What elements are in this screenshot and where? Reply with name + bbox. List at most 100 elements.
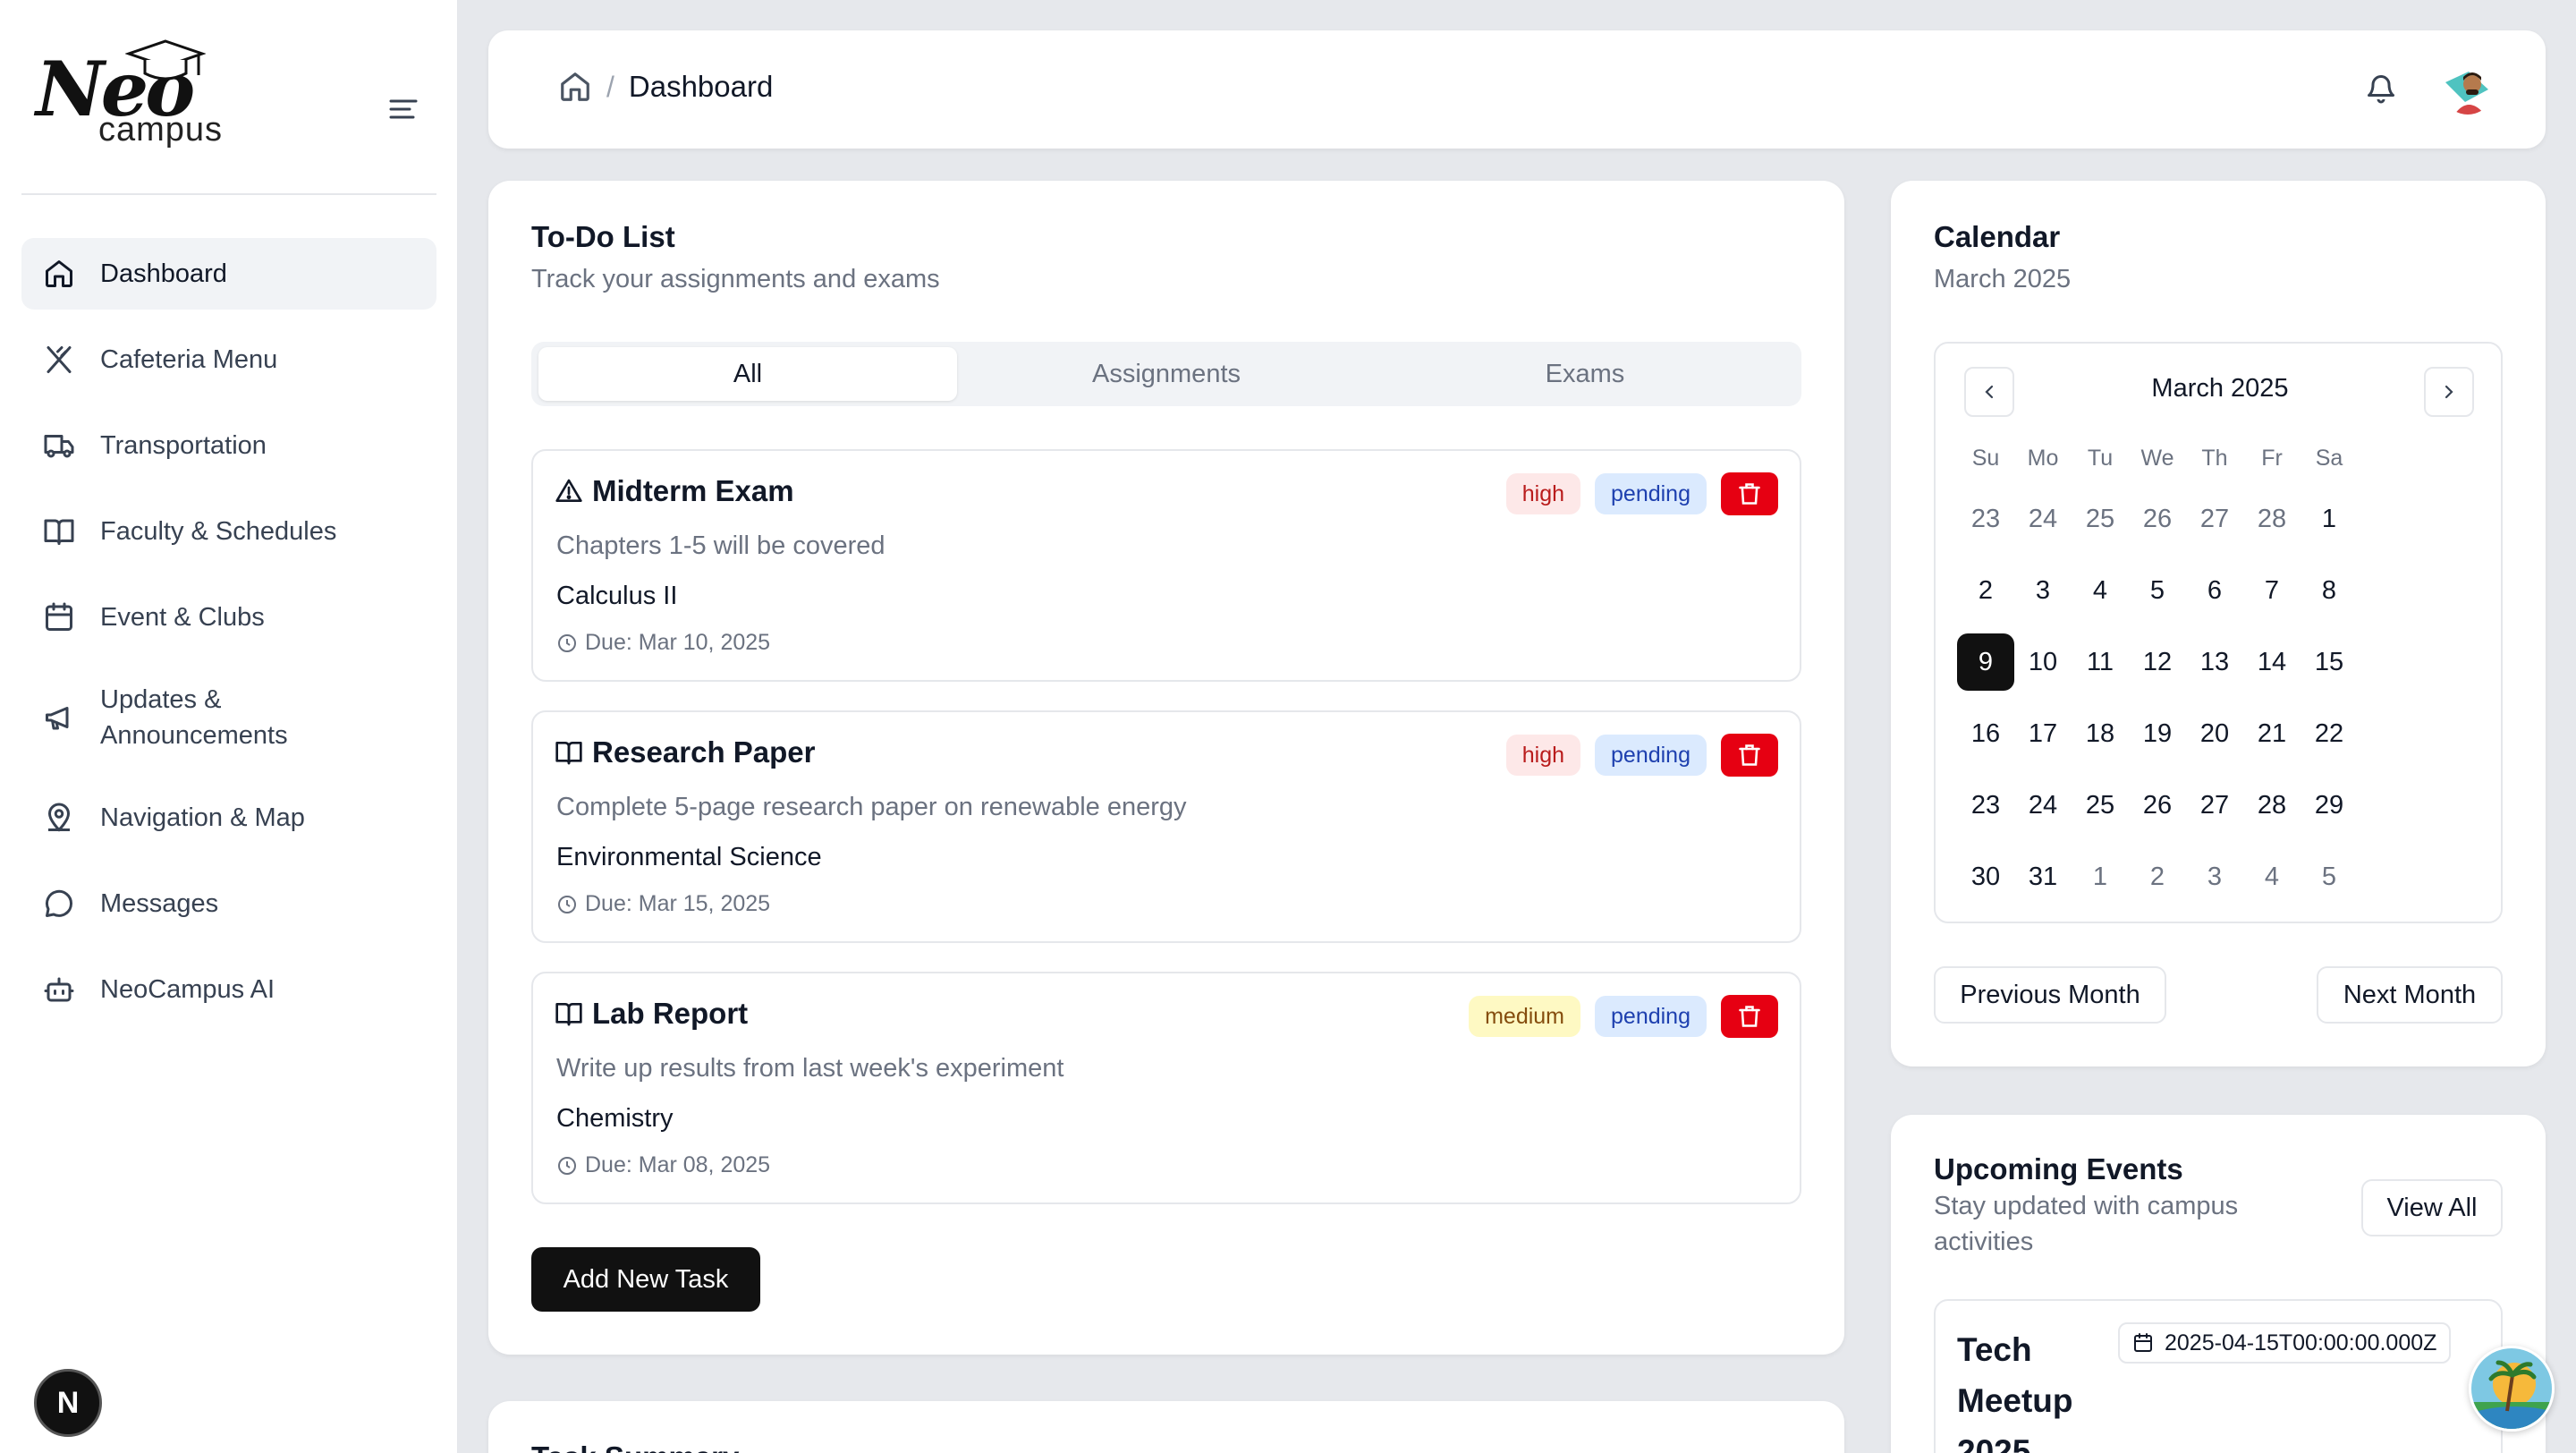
calendar-day[interactable]: 24 xyxy=(2014,483,2072,555)
calendar-day[interactable]: 2 xyxy=(1957,555,2014,626)
task-summary-card: Task Summary xyxy=(488,1401,1844,1453)
calendar-day[interactable]: 11 xyxy=(2072,626,2129,698)
calendar-day[interactable]: 10 xyxy=(2014,626,2072,698)
calendar-day[interactable]: 8 xyxy=(2301,555,2358,626)
calendar-day[interactable]: 2 xyxy=(2129,841,2186,913)
sidebar-item-label: Messages xyxy=(100,889,219,918)
calendar-day[interactable]: 1 xyxy=(2072,841,2129,913)
task-due: Due: Mar 10, 2025 xyxy=(556,630,770,656)
calendar-day[interactable]: 4 xyxy=(2072,555,2129,626)
sidebar-item-cafeteria-menu[interactable]: Cafeteria Menu xyxy=(21,324,436,395)
priority-badge: high xyxy=(1505,735,1581,776)
calendar-day[interactable]: 7 xyxy=(2243,555,2301,626)
calendar-widget: March 2025 Su Mo Tu We Th Fr Sa 23 24 25… xyxy=(1934,342,2503,923)
calendar-day[interactable]: 31 xyxy=(2014,841,2072,913)
graduation-cap-icon xyxy=(125,39,206,81)
delete-task-button[interactable] xyxy=(1721,995,1778,1038)
utensils-icon xyxy=(41,342,77,378)
view-all-button[interactable]: View All xyxy=(2361,1179,2503,1236)
calendar-week-row: 23 24 25 26 27 28 1 xyxy=(1957,483,2358,555)
event-title: Tech Meetup 2025 xyxy=(1957,1331,2073,1453)
calendar-day[interactable]: 25 xyxy=(2072,483,2129,555)
delete-task-button[interactable] xyxy=(1721,472,1778,515)
calendar-day[interactable]: 19 xyxy=(2129,698,2186,769)
calendar-subtitle: March 2025 xyxy=(1934,265,2072,293)
calendar-day[interactable]: 18 xyxy=(2072,698,2129,769)
calendar-day[interactable]: 16 xyxy=(1957,698,2014,769)
calendar-day[interactable]: 5 xyxy=(2301,841,2358,913)
calendar-day[interactable]: 3 xyxy=(2014,555,2072,626)
calendar-day[interactable]: 29 xyxy=(2301,769,2358,841)
sidebar-item-neocampus-ai[interactable]: NeoCampus AI xyxy=(21,954,436,1025)
sidebar-item-dashboard[interactable]: Dashboard xyxy=(21,238,436,310)
task-due-text: Due: Mar 08, 2025 xyxy=(585,1152,771,1177)
event-item[interactable]: Tech Meetup 2025 2025-04-15T00:00:00.000… xyxy=(1934,1299,2503,1453)
previous-month-button[interactable]: Previous Month xyxy=(1934,966,2166,1024)
calendar-day[interactable]: 14 xyxy=(2243,626,2301,698)
calendar-day[interactable]: 15 xyxy=(2301,626,2358,698)
dev-tools-badge[interactable]: N xyxy=(34,1369,102,1437)
menu-toggle-icon[interactable] xyxy=(388,97,419,122)
sidebar-item-faculty-schedules[interactable]: Faculty & Schedules xyxy=(21,496,436,567)
weekday-label: Th xyxy=(2201,445,2228,471)
calendar-next-button[interactable] xyxy=(2424,367,2474,417)
task-description: Chapters 1-5 will be covered xyxy=(556,531,886,560)
calendar-day[interactable]: 25 xyxy=(2072,769,2129,841)
next-month-button[interactable]: Next Month xyxy=(2317,966,2503,1024)
calendar-day[interactable]: 30 xyxy=(1957,841,2014,913)
sidebar-item-navigation-map[interactable]: Navigation & Map xyxy=(21,782,436,854)
megaphone-icon xyxy=(41,700,77,735)
tab-all[interactable]: All xyxy=(538,347,957,401)
calendar-day[interactable]: 4 xyxy=(2243,841,2301,913)
task-course: Calculus II xyxy=(556,582,678,610)
bell-icon[interactable] xyxy=(2365,72,2397,106)
home-icon[interactable] xyxy=(558,70,592,104)
calendar-weekday-row: Su Mo Tu We Th Fr Sa xyxy=(1957,433,2358,483)
task-course: Chemistry xyxy=(556,1104,674,1133)
map-pin-icon xyxy=(41,800,77,836)
tab-exams[interactable]: Exams xyxy=(1376,347,1794,401)
calendar-day[interactable]: 1 xyxy=(2301,483,2358,555)
task-title: Midterm Exam xyxy=(555,474,794,508)
bot-icon xyxy=(41,972,77,1007)
book-open-icon xyxy=(555,1003,582,1026)
calendar-day[interactable]: 23 xyxy=(1957,483,2014,555)
delete-task-button[interactable] xyxy=(1721,734,1778,777)
sidebar-item-label: Cafeteria Menu xyxy=(100,345,278,374)
calendar-day[interactable]: 17 xyxy=(2014,698,2072,769)
events-subtitle: Stay updated with campus activities xyxy=(1934,1192,2239,1256)
task-description: Complete 5-page research paper on renewa… xyxy=(556,793,1187,821)
tab-assignments[interactable]: Assignments xyxy=(957,347,1376,401)
calendar-day[interactable]: 13 xyxy=(2186,626,2243,698)
sidebar-item-updates-announcements[interactable]: Updates & Announcements xyxy=(21,667,436,768)
calendar-day[interactable]: 23 xyxy=(1957,769,2014,841)
calendar-day[interactable]: 28 xyxy=(2243,483,2301,555)
calendar-day[interactable]: 22 xyxy=(2301,698,2358,769)
calendar-day[interactable]: 26 xyxy=(2129,769,2186,841)
clock-icon xyxy=(558,1156,576,1175)
calendar-day[interactable]: 6 xyxy=(2186,555,2243,626)
status-badge: pending xyxy=(1595,996,1707,1037)
calendar-day-selected[interactable]: 9 xyxy=(1957,626,2014,698)
task-due-text: Due: Mar 15, 2025 xyxy=(585,891,771,916)
neocampus-logo[interactable]: Neo campus xyxy=(36,38,242,154)
calendar-day[interactable]: 28 xyxy=(2243,769,2301,841)
calendar-day[interactable]: 24 xyxy=(2014,769,2072,841)
calendar-day[interactable]: 3 xyxy=(2186,841,2243,913)
weekday-label: Su xyxy=(1971,445,2000,471)
avatar[interactable] xyxy=(2442,63,2494,115)
sidebar-item-label: Navigation & Map xyxy=(100,803,305,832)
calendar-day[interactable]: 27 xyxy=(2186,483,2243,555)
sidebar-item-event-clubs[interactable]: Event & Clubs xyxy=(21,582,436,653)
floating-assistant-button[interactable] xyxy=(2469,1346,2555,1432)
sidebar-item-transportation[interactable]: Transportation xyxy=(21,410,436,481)
calendar-day[interactable]: 5 xyxy=(2129,555,2186,626)
add-task-button[interactable]: Add New Task xyxy=(531,1247,760,1312)
calendar-day[interactable]: 12 xyxy=(2129,626,2186,698)
sidebar-item-messages[interactable]: Messages xyxy=(21,868,436,939)
calendar-day[interactable]: 21 xyxy=(2243,698,2301,769)
calendar-day[interactable]: 20 xyxy=(2186,698,2243,769)
calendar-day[interactable]: 27 xyxy=(2186,769,2243,841)
calendar-day[interactable]: 26 xyxy=(2129,483,2186,555)
priority-badge: medium xyxy=(1469,996,1581,1037)
